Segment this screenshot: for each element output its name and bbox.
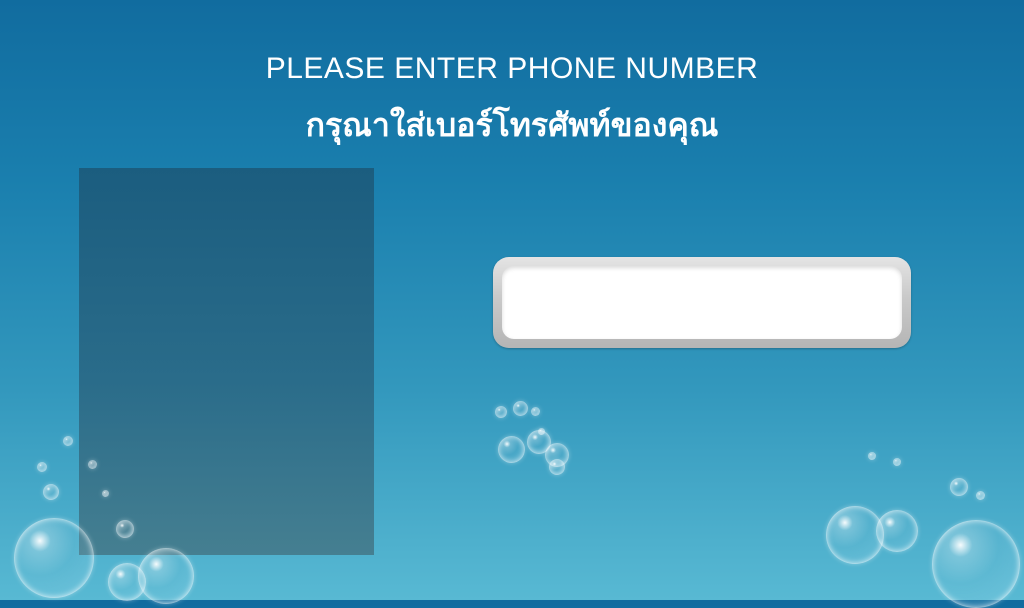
bubble-decoration — [976, 491, 985, 500]
bubble-decoration — [88, 460, 97, 469]
bubble-decoration — [102, 490, 109, 497]
bubble-decoration — [826, 506, 884, 564]
bubble-decoration — [950, 478, 968, 496]
phone-number-input[interactable] — [502, 266, 902, 339]
bubble-decoration — [868, 452, 876, 460]
page-title-thai: กรุณาใส่เบอร์โทรศัพท์ของคุณ — [305, 106, 719, 144]
phone-input-frame — [493, 257, 911, 348]
bubble-decoration — [932, 520, 1020, 608]
bubble-decoration — [37, 462, 47, 472]
bubble-decoration — [14, 518, 94, 598]
bubble-decoration — [43, 484, 59, 500]
bubble-decoration — [138, 548, 194, 604]
bubble-decoration — [495, 406, 507, 418]
bubble-decoration — [513, 401, 528, 416]
bubble-decoration — [116, 520, 134, 538]
bubble-decoration — [108, 563, 146, 601]
bubble-decoration — [893, 458, 901, 466]
bubble-decoration — [63, 436, 73, 446]
bubble-decoration — [498, 436, 525, 463]
bubble-decoration — [876, 510, 918, 552]
bubble-decoration — [538, 428, 545, 435]
bubble-decoration — [531, 407, 540, 416]
bubble-decoration — [549, 459, 565, 475]
camera-preview-panel — [79, 168, 374, 555]
page-title-english: PLEASE ENTER PHONE NUMBER — [265, 52, 759, 85]
